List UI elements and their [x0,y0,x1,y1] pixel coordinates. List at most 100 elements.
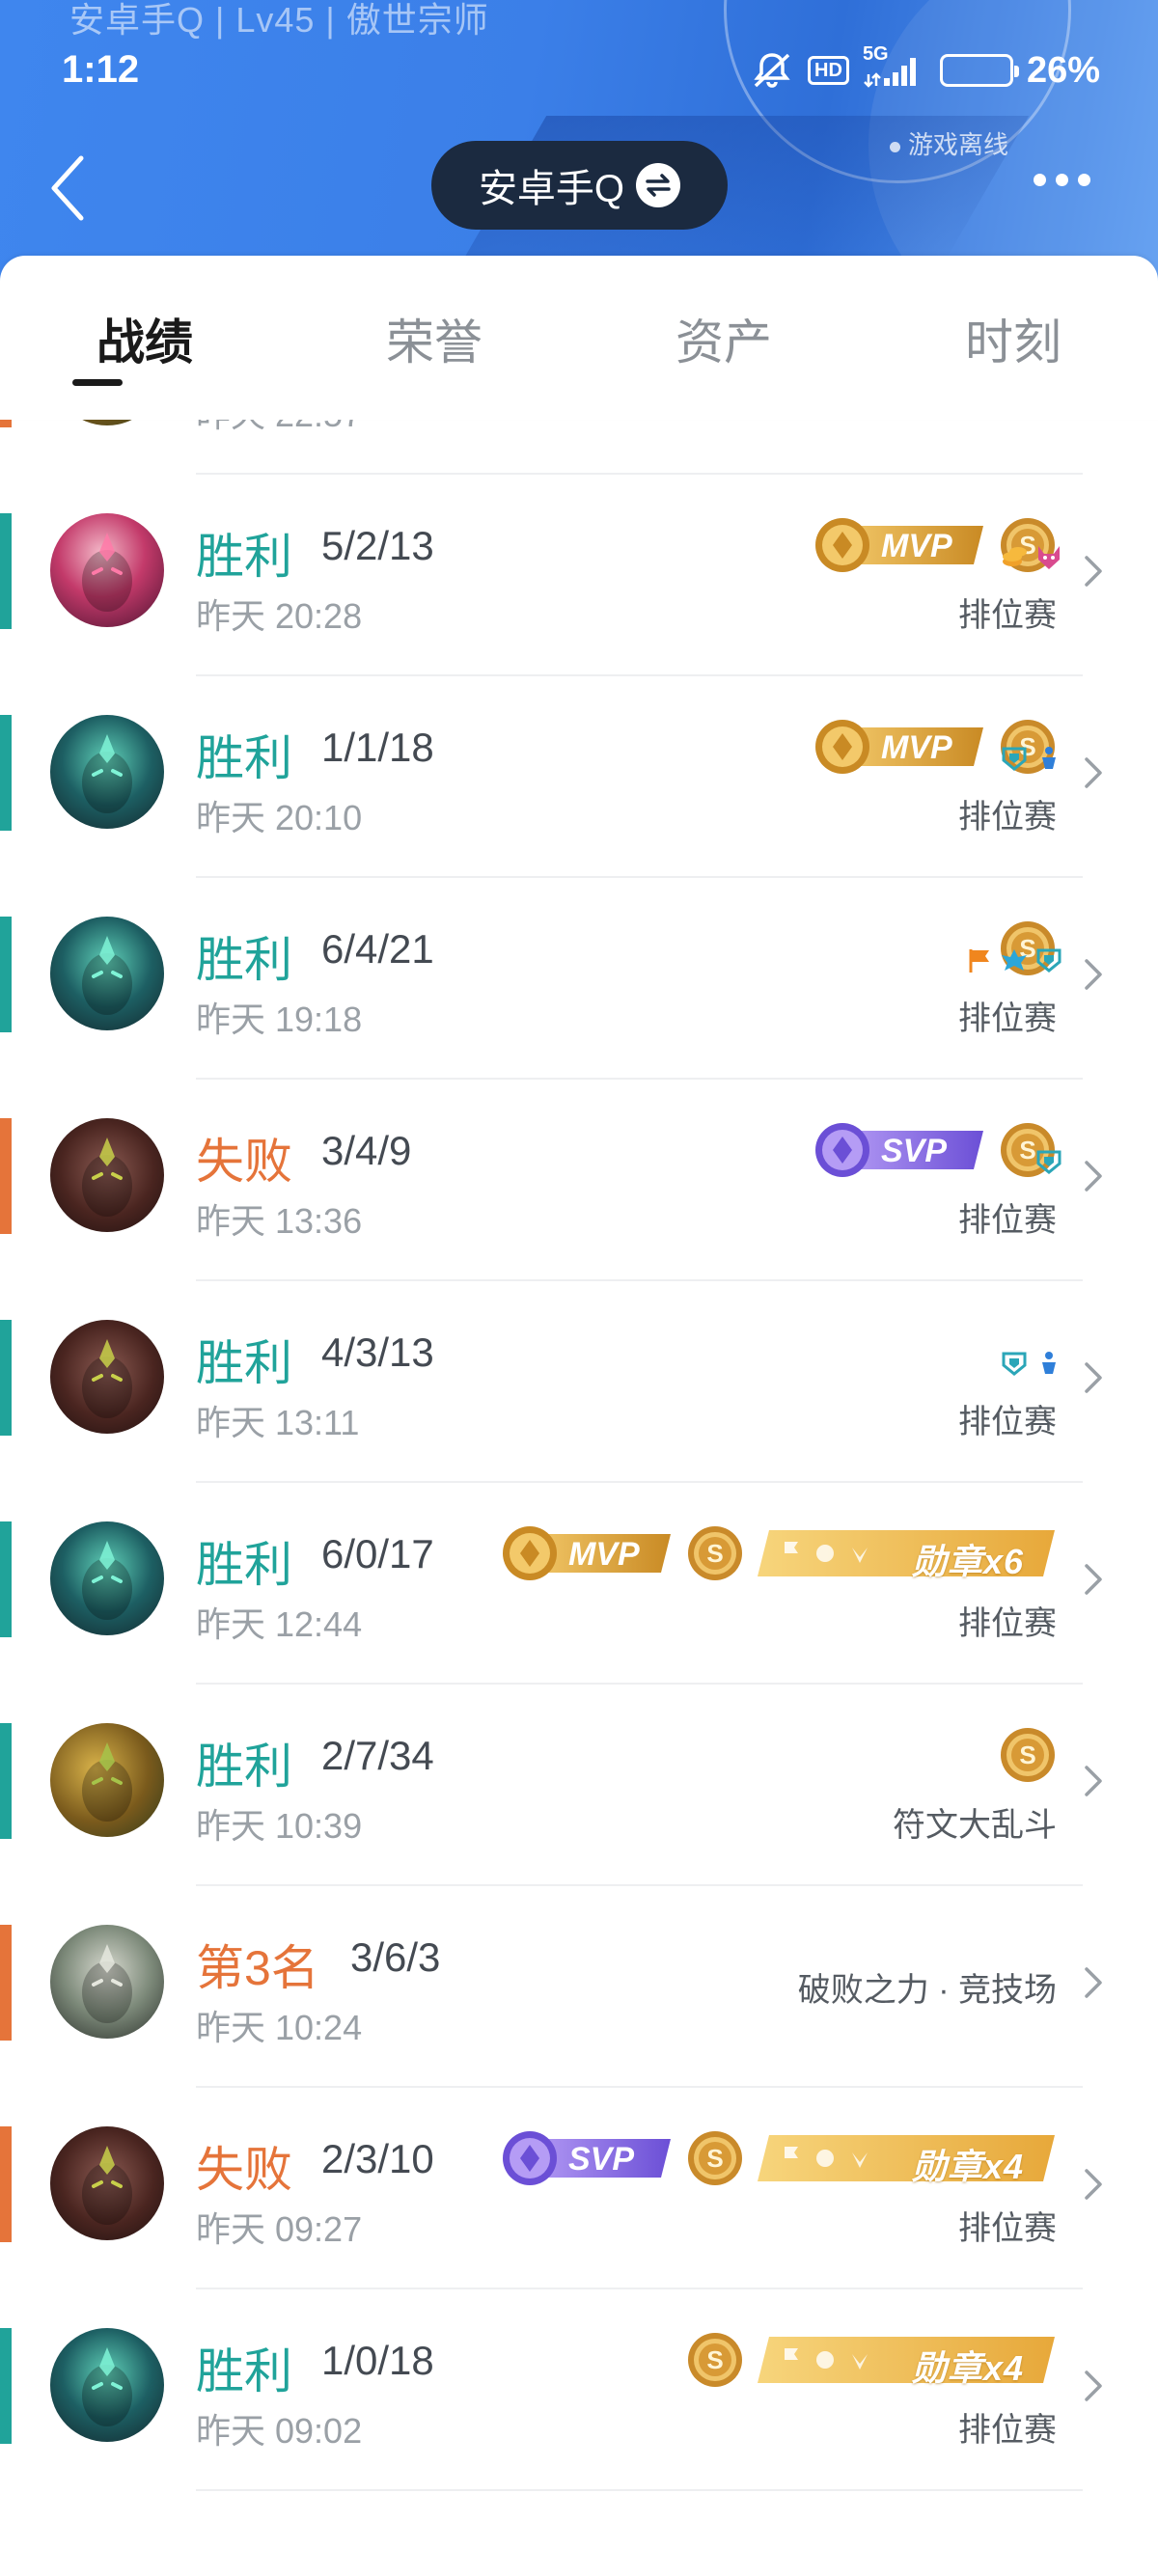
match-badges: MVP S 勋章x6 [499,1520,1057,1587]
mvp-label: MVP [881,729,952,766]
shield-icon [1002,747,1027,771]
game-mode: 破败之力 · 竞技场 [797,1972,1057,2009]
flag-icon [969,949,989,973]
hd-icon: HD [808,56,849,85]
match-kda: 2/3/10 [321,2136,434,2181]
dragon-icon [1002,949,1027,971]
svp-badge: SVP [499,2129,675,2187]
match-result: 胜利 [196,933,292,987]
coins-icon [1003,547,1027,566]
medal-badge: 勋章x4 [756,2131,1057,2186]
switch-account-icon [636,163,681,207]
medal-count: 勋章x4 [911,2348,1024,2388]
svg-text:S: S [706,2345,723,2374]
mvp-label: MVP [881,528,952,564]
chevron-right-icon [1085,2169,1102,2200]
mini-icons [965,945,1063,974]
match-kda: 6/0/17 [321,1531,434,1576]
tab-label: 荣誉 [386,315,482,370]
match-result: 失败 [196,2143,292,2197]
medal-count: 勋章x6 [911,1542,1024,1581]
match-row[interactable]: 胜利 2/7/34 昨天 10:39 符文大乱斗 S [0,1685,1158,1886]
game-mode: 排位赛 [958,2412,1057,2449]
game-mode: 排位赛 [958,1202,1057,1239]
match-badges: SVP S [812,1116,1057,1184]
match-kda: 5/2/13 [321,523,434,568]
chevron-right-icon [1085,1967,1102,1998]
chevron-right-icon [1085,959,1102,990]
chevron-right-icon [1085,1766,1102,1796]
tab-bar: 战绩 荣誉 资产 时刻 [0,256,1158,420]
more-options-button[interactable] [1034,174,1090,186]
battery-icon [939,54,1019,87]
tab-label: 时刻 [965,315,1062,370]
back-button[interactable] [48,150,96,227]
match-result: 胜利 [196,1538,292,1592]
tab-assets[interactable]: 资产 [579,256,868,420]
hero-avatar [50,1320,164,1434]
match-time: 昨天 13:11 [196,1403,360,1442]
match-time: 昨天 13:36 [196,1201,363,1241]
s-rank-coin-icon: S [688,1526,742,1580]
match-row[interactable]: 胜利 1/1/18 昨天 20:10 排位赛 MVP S [0,676,1158,878]
mvp-badge: MVP [812,516,987,574]
result-indicator-bar [0,513,12,629]
s-rank-coin-icon: S [688,2333,742,2387]
match-result: 胜利 [196,1740,292,1794]
chevron-right-icon [1085,2370,1102,2401]
tab-record[interactable]: 战绩 [0,256,290,420]
result-indicator-bar [0,1925,12,2041]
match-result: 胜利 [196,530,292,584]
chevron-right-icon [1085,1362,1102,1393]
match-badges: S 勋章x4 [686,2326,1057,2394]
match-time: 昨天 19:18 [196,1000,363,1039]
active-tab-indicator [72,379,123,386]
match-time: 昨天 09:02 [196,2411,363,2451]
game-mode: 排位赛 [958,1404,1057,1440]
match-row[interactable]: 胜利 6/0/17 昨天 12:44 排位赛 MVP S 勋章x6 [0,1483,1158,1685]
result-indicator-bar [0,2126,12,2242]
match-badges: SVP S 勋章x4 [499,2124,1057,2192]
hero-avatar [50,715,164,829]
tab-moments[interactable]: 时刻 [868,256,1158,420]
hero-avatar [50,2328,164,2442]
match-kda: 1/1/18 [321,725,434,770]
match-row[interactable]: 第3名 3/6/3 昨天 10:24 破败之力 · 竞技场 [0,1886,1158,2088]
status-time: 1:12 [62,48,140,91]
mini-icons [1000,744,1063,773]
result-indicator-bar [0,917,12,1032]
shield-icon [1036,948,1062,973]
hero-avatar [50,1521,164,1635]
signal-icon: 5G [863,43,926,90]
tab-honor[interactable]: 荣誉 [290,256,579,420]
svg-text:S: S [1019,1740,1035,1769]
match-time: 昨天 10:24 [196,2008,363,2047]
battery-percentage: 26% [1026,49,1100,91]
svp-label: SVP [881,1133,948,1169]
account-title: 安卓手Q [478,168,625,210]
hero-avatar [50,917,164,1030]
match-row[interactable]: 胜利 4/3/13 昨天 13:11 排位赛 [0,1281,1158,1483]
mvp-badge: MVP [499,1524,675,1582]
match-time: 昨天 20:10 [196,798,363,837]
match-row[interactable]: 失败 2/3/10 昨天 09:27 排位赛 SVP S 勋章x4 [0,2088,1158,2289]
mute-icon [750,51,794,90]
match-time: 昨天 20:28 [196,596,363,636]
match-row[interactable]: 失败 3/4/9 昨天 13:36 排位赛 SVP S [0,1080,1158,1281]
match-row[interactable]: 胜利 6/4/21 昨天 19:18 排位赛 S [0,878,1158,1080]
match-row[interactable]: 胜利 1/0/18 昨天 09:02 排位赛 S 勋章x4 [0,2289,1158,2491]
tower-icon [1042,1352,1056,1374]
result-indicator-bar [0,715,12,831]
match-row[interactable]: 胜利 5/2/13 昨天 20:28 排位赛 MVP S [0,475,1158,676]
svp-label: SVP [568,2141,635,2178]
mvp-label: MVP [568,1536,640,1573]
account-switcher[interactable]: 安卓手Q [431,141,728,230]
chevron-right-icon [1085,1564,1102,1595]
mini-icons [1034,1147,1063,1176]
game-mode: 排位赛 [958,597,1057,634]
shield-icon [1036,1150,1062,1174]
result-indicator-bar [0,1723,12,1839]
match-kda: 3/6/3 [350,1934,441,1980]
mini-icons [1000,542,1063,571]
match-result: 胜利 [196,2344,292,2398]
